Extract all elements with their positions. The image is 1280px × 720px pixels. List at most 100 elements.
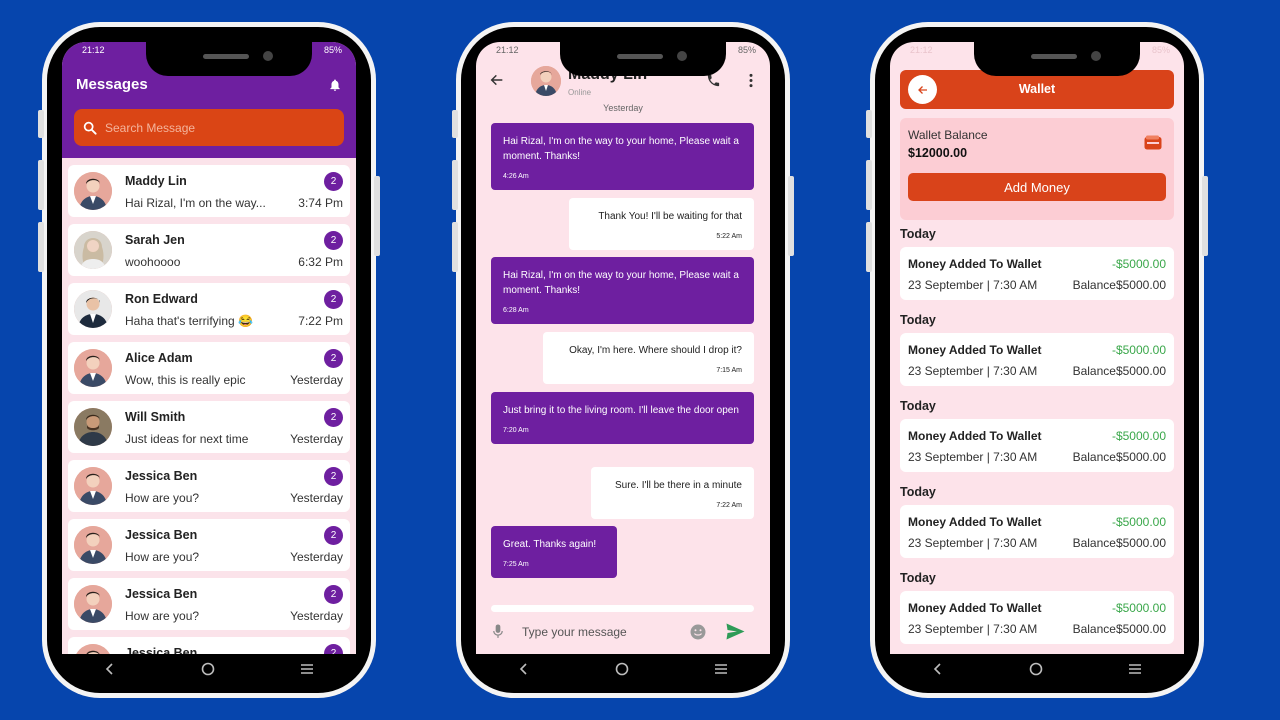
send-icon[interactable] (726, 623, 745, 640)
transaction-day-label: Today (900, 227, 936, 241)
chat-time: 7:22 Pm (298, 314, 343, 328)
wallet-icon (1144, 135, 1162, 150)
message-text: Thank You! I'll be waiting for that (598, 211, 742, 222)
avatar (74, 290, 112, 328)
volume-up-button (866, 160, 872, 210)
outgoing-message-bubble[interactable]: Sure. I'll be there in a minute 7:22 Am (591, 467, 754, 519)
incoming-message-bubble[interactable]: Great. Thanks again! 7:25 Am (491, 526, 617, 578)
status-time: 21:12 (496, 45, 519, 55)
transaction-group: Today Money Added To Wallet -$5000.00 23 Se… (900, 399, 1174, 472)
emoji-icon[interactable] (690, 624, 706, 640)
camera-notch (560, 42, 726, 76)
transaction-card[interactable]: Money Added To Wallet -$5000.00 23 Septemb… (900, 247, 1174, 300)
chat-time: Yesterday (290, 550, 343, 564)
message-text: Great. Thanks again! (503, 539, 597, 550)
bell-icon[interactable] (328, 78, 342, 92)
chat-list-item[interactable]: Maddy Lin Hai Rizal, I'm on the way... 2 3:… (68, 165, 350, 217)
transaction-card[interactable]: Money Added To Wallet -$5000.00 23 Septemb… (900, 591, 1174, 644)
chat-list-item[interactable]: Jessica Ben How are you? 2 Yesterday (68, 578, 350, 630)
chat-list-item[interactable]: Jessica Ben How are you? 2 Yesterday (68, 519, 350, 571)
nav-back-icon[interactable] (104, 663, 116, 675)
contact-status: Online (568, 88, 592, 97)
transaction-amount: -$5000.00 (1111, 515, 1166, 529)
chat-time: Yesterday (290, 432, 343, 446)
phone-wallet: 21:12 85% Wallet Wallet Balance $12000.0… (866, 22, 1208, 698)
chat-name: Jessica Ben (125, 528, 198, 542)
more-vertical-icon[interactable] (745, 73, 757, 88)
transaction-balance: Balance$5000.00 (1072, 364, 1166, 378)
incoming-message-bubble[interactable]: Hai Rizal, I'm on the way to your home, … (491, 257, 754, 324)
screen: 21:12 85% Messages Search Message Maddy … (62, 42, 356, 654)
volume-down-button (452, 222, 458, 272)
back-arrow-icon[interactable] (489, 72, 505, 88)
outgoing-message-bubble[interactable]: Thank You! I'll be waiting for that 5:22 … (569, 198, 754, 250)
message-time: 7:20 Am (503, 427, 529, 434)
nav-back-icon[interactable] (518, 663, 530, 675)
avatar (74, 585, 112, 623)
unread-badge: 2 (324, 467, 343, 486)
chat-time: 6:32 Pm (298, 255, 343, 269)
message-time: 5:22 Am (716, 233, 742, 240)
chat-time: Yesterday (290, 373, 343, 387)
chat-name: Alice Adam (125, 351, 193, 365)
chat-preview: How are you? (125, 491, 200, 505)
chat-preview: Wow, this is really epic (125, 373, 246, 387)
avatar (74, 467, 112, 505)
message-time: 7:22 Am (716, 502, 742, 509)
screen: 21:12 85% Wallet Wallet Balance $12000.0… (890, 42, 1184, 654)
add-money-button[interactable]: Add Money (908, 173, 1166, 201)
status-battery: 85% (323, 45, 342, 55)
page-title: Wallet (1018, 82, 1056, 96)
chat-preview: How are you? (125, 550, 200, 564)
system-nav-bar (62, 654, 356, 684)
transaction-card[interactable]: Money Added To Wallet -$5000.00 23 Septemb… (900, 505, 1174, 558)
chat-list-item[interactable]: Will Smith Just ideas for next time 2 Yeste… (68, 401, 350, 453)
transaction-day-label: Today (900, 399, 936, 413)
nav-back-icon[interactable] (932, 663, 944, 675)
transaction-balance: Balance$5000.00 (1072, 536, 1166, 550)
transaction-title: Money Added To Wallet (908, 515, 1042, 529)
nav-menu-icon[interactable] (714, 663, 728, 675)
transaction-group: Today Money Added To Wallet -$5000.00 23 Se… (900, 313, 1174, 386)
chat-name: Jessica Ben (125, 646, 198, 654)
chat-name: Will Smith (125, 410, 186, 424)
transaction-title: Money Added To Wallet (908, 601, 1042, 615)
date-separator: Yesterday (603, 103, 643, 113)
phone-messages-list: 21:12 85% Messages Search Message Maddy … (38, 22, 380, 698)
chat-list-item[interactable]: Alice Adam Wow, this is really epic 2 Yeste… (68, 342, 350, 394)
chat-time: Yesterday (290, 491, 343, 505)
chat-list-item[interactable]: Jessica Ben 2 (68, 637, 350, 654)
unread-badge: 2 (324, 526, 343, 545)
message-time: 4:26 Am (503, 173, 529, 180)
transaction-card[interactable]: Money Added To Wallet -$5000.00 23 Septemb… (900, 419, 1174, 472)
search-input[interactable]: Search Message (74, 109, 344, 146)
nav-home-icon[interactable] (615, 662, 629, 676)
volume-down-button (38, 222, 44, 272)
chat-preview: How are you? (125, 609, 200, 623)
avatar[interactable] (531, 66, 561, 96)
unread-badge: 2 (324, 290, 343, 309)
chat-list-item[interactable]: Jessica Ben How are you? 2 Yesterday (68, 460, 350, 512)
chat-list-item[interactable]: Ron Edward Haha that's terrifying 😂 2 7:22 … (68, 283, 350, 335)
nav-home-icon[interactable] (1029, 662, 1043, 676)
transaction-day-label: Today (900, 485, 936, 499)
nav-menu-icon[interactable] (1128, 663, 1142, 675)
nav-home-icon[interactable] (201, 662, 215, 676)
transaction-date: 23 September | 7:30 AM (908, 278, 1038, 292)
microphone-icon[interactable] (492, 624, 504, 639)
chat-name: Jessica Ben (125, 469, 198, 483)
outgoing-message-bubble[interactable]: Okay, I'm here. Where should I drop it? 7… (543, 332, 754, 384)
incoming-message-bubble[interactable]: Hai Rizal, I'm on the way to your home, … (491, 123, 754, 190)
nav-menu-icon[interactable] (300, 663, 314, 675)
message-input[interactable]: Type your message (522, 625, 627, 639)
chat-list: Maddy Lin Hai Rizal, I'm on the way... 2 3:… (68, 165, 350, 654)
incoming-message-bubble[interactable]: Just bring it to the living room. I'll l… (491, 392, 754, 444)
side-button (38, 110, 44, 138)
transaction-card[interactable]: Money Added To Wallet -$5000.00 23 Septemb… (900, 333, 1174, 386)
transaction-amount: -$5000.00 (1111, 343, 1166, 357)
transaction-group: Today Money Added To Wallet -$5000.00 23 Se… (900, 485, 1174, 558)
transaction-amount: -$5000.00 (1111, 429, 1166, 443)
transaction-date: 23 September | 7:30 AM (908, 536, 1038, 550)
chat-list-item[interactable]: Sarah Jen woohoooo 2 6:32 Pm (68, 224, 350, 276)
transaction-amount: -$5000.00 (1111, 601, 1166, 615)
